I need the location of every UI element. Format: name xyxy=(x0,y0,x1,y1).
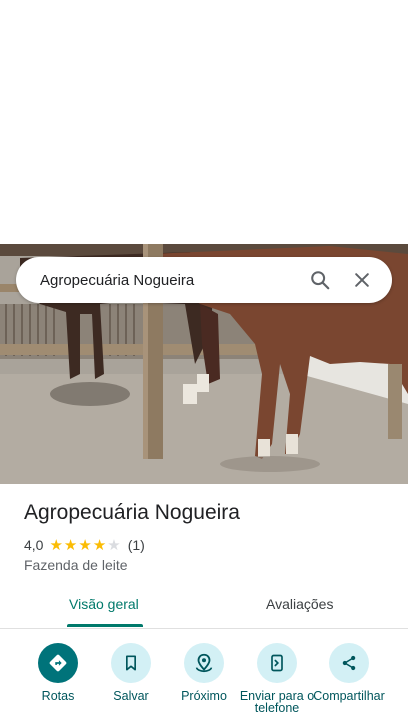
place-category[interactable]: Fazenda de leite xyxy=(24,557,128,573)
send-to-phone-icon xyxy=(257,643,297,683)
action-bar: Rotas Salvar Próximo Enviar para o telef… xyxy=(0,643,408,728)
search-bar[interactable]: Agropecuária Nogueira xyxy=(16,257,392,303)
share-icon xyxy=(329,643,369,683)
map-area[interactable] xyxy=(0,0,408,244)
star-empty-icon: ★ xyxy=(107,536,121,554)
share-button[interactable]: Compartilhar xyxy=(309,643,389,702)
star-filled-icon: ★ xyxy=(92,536,107,554)
review-count[interactable]: (1) xyxy=(128,537,145,553)
star-filled-icon: ★ xyxy=(49,536,63,554)
tab-reviews[interactable]: Avaliações xyxy=(266,596,333,612)
share-label: Compartilhar xyxy=(313,689,385,703)
star-filled-icon: ★ xyxy=(63,536,78,554)
tab-bar: Visão geral Avaliações xyxy=(0,586,408,629)
save-button[interactable]: Salvar xyxy=(91,643,171,702)
tab-overview[interactable]: Visão geral xyxy=(69,596,139,612)
tab-selected-indicator xyxy=(67,624,143,627)
send-to-phone-label: Enviar para o telefone xyxy=(239,689,315,715)
nearby-label: Próximo xyxy=(181,689,227,703)
nearby-button[interactable]: Próximo xyxy=(164,643,244,702)
rating-row[interactable]: 4,0 ★ ★ ★ ★ ★ (1) xyxy=(24,537,145,553)
directions-icon xyxy=(38,643,78,683)
nearby-icon xyxy=(184,643,224,683)
save-label: Salvar xyxy=(113,689,149,703)
place-title: Agropecuária Nogueira xyxy=(24,501,240,524)
send-to-phone-button[interactable]: Enviar para o telefone xyxy=(237,643,317,714)
place-sheet: Agropecuária Nogueira Agropecuária Nogue… xyxy=(0,0,408,728)
search-input[interactable]: Agropecuária Nogueira xyxy=(40,272,304,289)
search-icon[interactable] xyxy=(304,264,336,296)
close-icon[interactable] xyxy=(346,264,378,296)
star-filled-icon: ★ xyxy=(78,536,92,554)
rating-value: 4,0 xyxy=(24,537,44,553)
star-rating: ★ ★ ★ ★ ★ xyxy=(49,538,121,553)
directions-label: Rotas xyxy=(41,689,75,703)
bookmark-icon xyxy=(111,643,151,683)
directions-button[interactable]: Rotas xyxy=(18,643,98,702)
